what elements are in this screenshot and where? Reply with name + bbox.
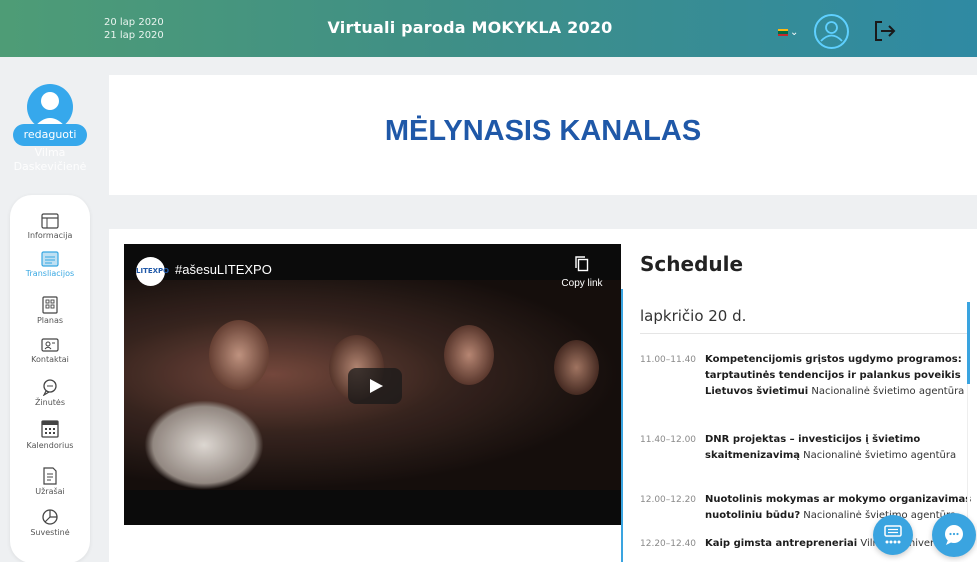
chat-bubble-icon <box>945 525 963 545</box>
sidebar-item-kalendorius[interactable]: Kalendorius <box>10 419 90 450</box>
profile-name-line1: Vilma <box>34 146 66 159</box>
user-icon <box>820 21 843 42</box>
entry-time: 11.00–11.40 <box>640 355 697 365</box>
sidebar-item-zinutes[interactable]: Žinutės <box>10 378 90 407</box>
divider <box>640 333 970 334</box>
sidebar-item-uzrasai[interactable]: Užrašai <box>10 467 90 496</box>
chevron-down-icon: ⌄ <box>790 27 799 38</box>
entry-organizer: Nacionalinė švietimo agentūra <box>800 450 957 461</box>
sidebar-item-informacija[interactable]: Informacija <box>10 213 90 240</box>
entry-time: 11.40–12.00 <box>640 435 697 445</box>
schedule-day: lapkričio 20 d. <box>640 307 747 325</box>
sidebar-item-planas[interactable]: Planas <box>10 296 90 325</box>
broadcast-icon <box>41 251 59 267</box>
calendar-icon <box>41 420 59 438</box>
schedule-list[interactable]: lapkričio 20 d. 11.00–11.40 Kompetencijo… <box>621 289 971 562</box>
floor-plan-icon <box>42 296 58 314</box>
language-selector[interactable]: ⌄ <box>778 26 802 40</box>
schedule-title: Schedule <box>640 252 744 276</box>
contacts-icon <box>41 338 59 352</box>
top-bar: 20 lap 2020 21 lap 2020 Virtuali paroda … <box>0 0 977 57</box>
sidebar-item-suvestine[interactable]: Suvestinė <box>10 508 90 537</box>
logout-icon <box>875 21 896 41</box>
channel-banner: MĖLYNASIS KANALAS <box>109 75 977 195</box>
entry-organizer: Nacionalinė švietimo agentūra <box>808 386 965 397</box>
entry-time: 12.20–12.40 <box>640 539 697 549</box>
info-card-icon <box>41 213 59 229</box>
entry-time: 12.00–12.20 <box>640 495 697 505</box>
sidebar-item-transliacijos[interactable]: Transliacijos <box>10 251 90 278</box>
logout-button[interactable] <box>873 20 897 42</box>
user-profile-button[interactable] <box>814 14 849 49</box>
keyboard-icon <box>884 525 902 544</box>
flag-lithuania-icon <box>778 29 788 36</box>
channel-logo[interactable]: LITEXPO <box>136 257 169 286</box>
video-player[interactable]: LITEXPO #ašesuLITEXPO Copy link <box>124 244 621 525</box>
play-button[interactable] <box>348 368 402 404</box>
channel-title: MĖLYNASIS KANALAS <box>384 115 702 147</box>
profile-name: Vilma Daskevičienė <box>0 146 100 174</box>
video-title[interactable]: #ašesuLITEXPO <box>175 262 272 277</box>
copy-link-button[interactable]: Copy link <box>552 278 612 289</box>
sidebar-item-kontaktai[interactable]: Kontaktai <box>10 337 90 364</box>
profile-name-line2: Daskevičienė <box>13 160 87 173</box>
copy-icon[interactable] <box>575 256 589 272</box>
messages-icon <box>42 379 57 396</box>
edit-profile-button[interactable]: redaguoti <box>13 124 87 146</box>
keyboard-chat-button[interactable] <box>873 515 913 555</box>
entry-title: Kaip gimsta antrepreneriai <box>705 538 858 549</box>
scrollbar-thumb[interactable] <box>967 302 970 384</box>
summary-chart-icon <box>42 509 58 525</box>
sidebar-nav: Informacija Transliacijos Planas Kontakt… <box>10 195 90 562</box>
chat-button[interactable] <box>932 513 976 557</box>
notes-icon <box>43 467 57 485</box>
